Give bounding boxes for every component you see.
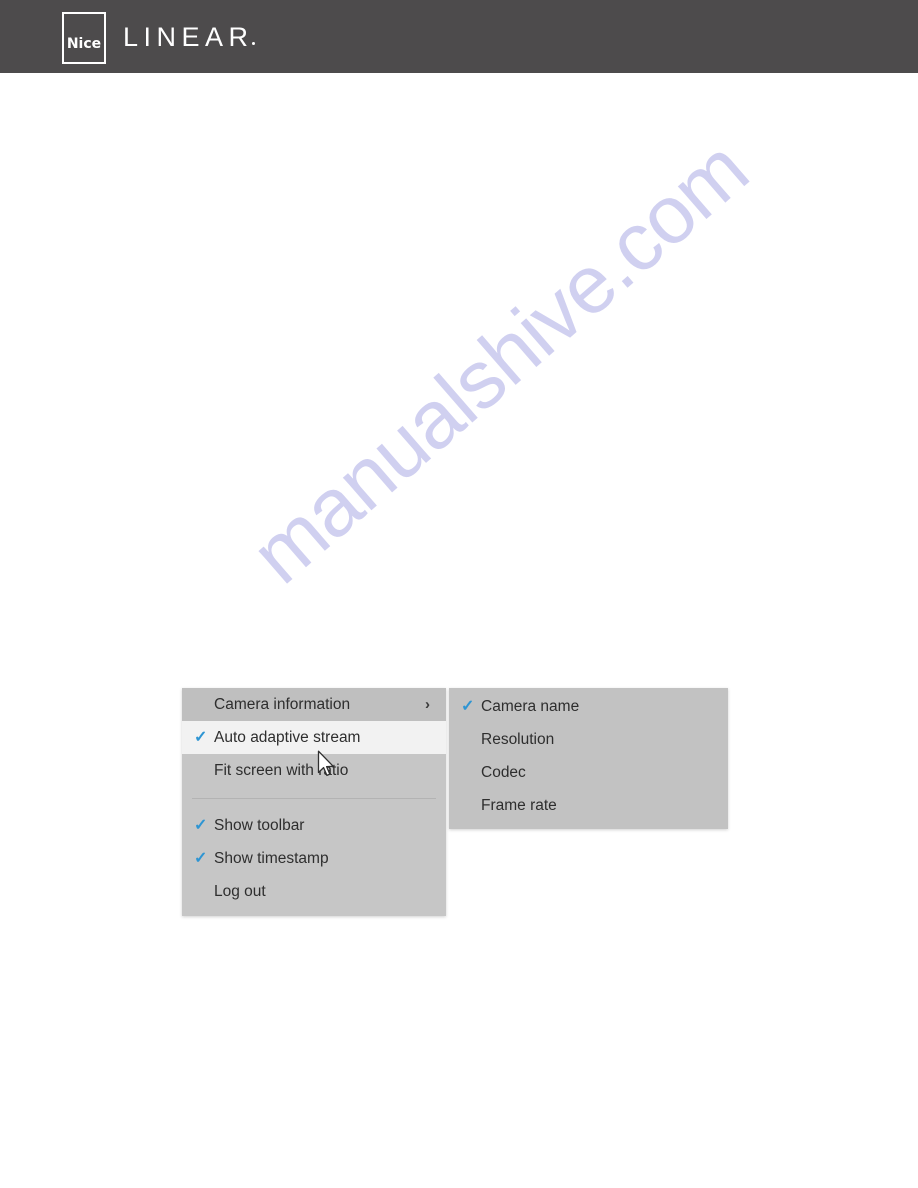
submenu-item-camera-name[interactable]: ✓ Camera name xyxy=(449,690,728,723)
menu-bottom-padding xyxy=(182,908,446,916)
menu-item-label: Auto adaptive stream xyxy=(214,729,361,747)
check-icon-auto-adaptive-stream: ✓ xyxy=(194,728,208,746)
menu-item-label: Log out xyxy=(214,883,266,901)
app-header: Nice LINEAR xyxy=(0,0,918,73)
submenu-item-codec[interactable]: Codec xyxy=(449,756,728,789)
menu-item-show-timestamp[interactable]: ✓ Show timestamp xyxy=(182,842,446,875)
page-watermark: manualshive.com xyxy=(234,123,765,601)
menu-separator-wrapper xyxy=(182,787,446,809)
submenu-item-label: Camera name xyxy=(481,698,580,716)
submenu-item-label: Codec xyxy=(481,764,526,782)
linear-wordmark: LINEAR xyxy=(123,22,255,52)
submenu-item-resolution[interactable]: Resolution xyxy=(449,723,728,756)
nice-logo: Nice xyxy=(62,12,106,64)
menu-item-fit-screen-with-ratio[interactable]: Fit screen with ratio xyxy=(182,754,446,787)
submenu-item-label: Resolution xyxy=(481,731,555,749)
menu-item-label: Camera information xyxy=(214,696,351,714)
check-icon-show-toolbar: ✓ xyxy=(194,816,208,834)
check-icon-show-timestamp: ✓ xyxy=(194,849,208,867)
submenu-item-frame-rate[interactable]: Frame rate xyxy=(449,789,728,822)
menu-item-label: Show timestamp xyxy=(214,850,329,868)
menu-item-camera-information[interactable]: Camera information › xyxy=(182,688,446,721)
menu-item-log-out[interactable]: Log out xyxy=(182,875,446,908)
menu-item-label: Show toolbar xyxy=(214,817,305,835)
chevron-right-icon: › xyxy=(425,696,430,713)
camera-information-submenu: ✓ Camera name Resolution Codec Frame rat… xyxy=(449,688,728,829)
menu-item-show-toolbar[interactable]: ✓ Show toolbar xyxy=(182,809,446,842)
submenu-item-label: Frame rate xyxy=(481,797,557,815)
nice-logo-label: Nice xyxy=(66,36,102,52)
check-icon-camera-name: ✓ xyxy=(461,697,475,715)
menu-item-label: Fit screen with ratio xyxy=(214,762,349,780)
linear-wordmark-text: LINEAR xyxy=(123,22,254,52)
menu-separator xyxy=(192,797,436,799)
menu-item-auto-adaptive-stream[interactable]: ✓ Auto adaptive stream xyxy=(182,721,446,754)
trademark-dot-icon xyxy=(251,42,255,45)
context-menu: Camera information › ✓ Auto adaptive str… xyxy=(182,688,446,916)
